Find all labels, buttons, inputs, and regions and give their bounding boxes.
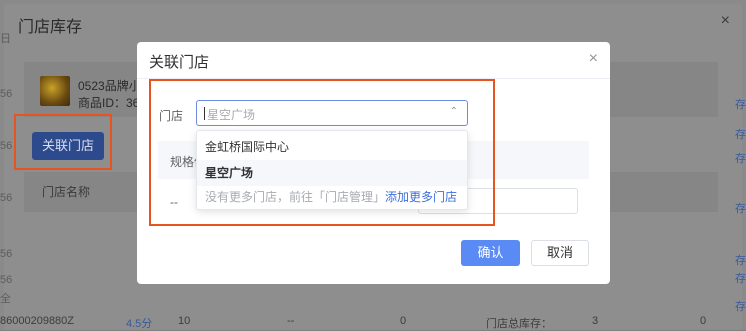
bg-row-total-value: 3 — [592, 315, 599, 327]
bg-edge-link[interactable]: 存 — [735, 200, 746, 216]
bg-row-zero: 0 — [400, 315, 407, 327]
product-thumbnail — [40, 76, 70, 106]
bg-edge-link[interactable]: 存 — [735, 270, 746, 286]
bg-row-zero: 0 — [700, 315, 707, 327]
bg-edge-text: 日 — [0, 33, 11, 45]
bg-edge-text: 56 — [0, 274, 13, 286]
bg-edge-link[interactable]: 存 — [735, 126, 746, 142]
outer-close-icon[interactable]: × — [721, 12, 730, 30]
bg-table-row: 86000209880Z 4.5分 10 -- 0 门店总库存： 3 0 — [0, 312, 746, 330]
product-name: 0523品牌小 — [78, 79, 141, 93]
close-icon[interactable]: × — [589, 50, 598, 68]
bg-edge-text: 56 — [0, 88, 13, 100]
highlight-box — [149, 79, 495, 226]
bg-edge-text: 56 — [0, 140, 13, 152]
store-inventory-title: 门店库存 — [18, 19, 83, 36]
bg-edge-text: 56 — [0, 192, 13, 204]
bg-row-code: 86000209880Z — [0, 315, 75, 327]
confirm-button[interactable]: 确认 — [461, 240, 520, 266]
bg-row-total-label: 门店总库存： — [486, 318, 552, 330]
bg-edge-text: 全 — [0, 293, 11, 305]
bg-row-dash: -- — [287, 315, 295, 327]
highlight-box — [14, 114, 112, 170]
modal-title: 关联门店 — [149, 54, 210, 71]
bg-row-qty: 10 — [178, 315, 191, 327]
bg-edge-text: 56 — [0, 248, 13, 260]
cancel-button[interactable]: 取消 — [531, 240, 589, 266]
bg-edge-link[interactable]: 存 — [735, 150, 746, 166]
store-name-column: 门店名称 — [42, 185, 91, 199]
bg-edge-link[interactable]: 存 — [735, 96, 746, 112]
bg-edge-link[interactable]: 存 — [735, 252, 746, 268]
associate-store-modal: 关联门店 × 门店 规格值 -- 星空广场 ⌃ 金虹桥国际中心 星空广场 没有更… — [137, 42, 610, 284]
bg-row-rate: 4.5分 — [126, 318, 153, 330]
product-id: 商品ID：36 — [78, 96, 140, 110]
